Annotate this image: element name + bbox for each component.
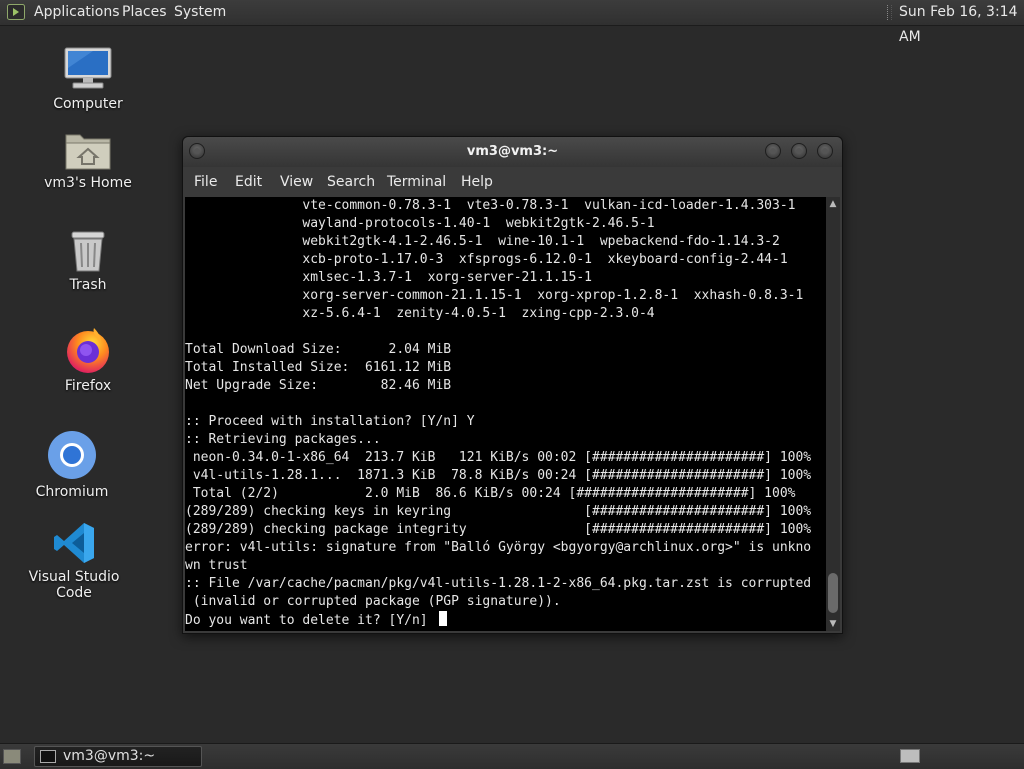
terminal-line: Total (2/2) 2.0 MiB 86.6 KiB/s 00:24 [##… [185,486,796,501]
window-title: vm3@vm3:~ [466,144,559,159]
show-desktop-icon[interactable] [3,749,21,764]
places-menu[interactable]: Places [122,0,167,25]
terminal-line: wn trust [185,558,248,573]
desktop-icon-trash[interactable]: Trash [28,229,148,293]
terminal-line: vte-common-0.78.3-1 vte3-0.78.3-1 vulkan… [185,198,796,213]
desktop-icon-label: Computer [53,96,123,112]
terminal-line: Total Installed Size: 6161.12 MiB [185,360,452,375]
terminal-line: :: File /var/cache/pacman/pkg/v4l-utils-… [185,576,812,591]
applications-icon[interactable] [7,4,25,20]
desktop-icon-label: Visual Studio Code [28,569,120,601]
menu-help[interactable]: Help [461,167,493,197]
minimize-button[interactable] [765,143,781,159]
terminal-window[interactable]: vm3@vm3:~ File Edit View Search Terminal… [182,136,843,634]
menu-file[interactable]: File [194,167,217,197]
terminal-line: Net Upgrade Size: 82.46 MiB [185,378,452,393]
terminal-line: xorg-server-common-21.1.15-1 xorg-xprop-… [185,288,804,303]
desktop-icon-home[interactable]: vm3's Home [28,129,148,191]
menu-search[interactable]: Search [327,167,375,197]
title-bar[interactable]: vm3@vm3:~ [183,137,842,167]
taskbar-window-label: vm3@vm3:~ [63,748,156,764]
terminal-icon [40,750,56,763]
terminal-line: xcb-proto-1.17.0-3 xfsprogs-6.12.0-1 xke… [185,252,788,267]
firefox-icon [67,328,109,373]
desktop-icon-label: Trash [69,277,107,293]
system-menu[interactable]: System [174,0,226,25]
trash-icon [71,231,105,272]
terminal-line: error: v4l-utils: signature from "Balló … [185,540,812,555]
applications-menu[interactable]: Applications [34,0,120,25]
terminal-cursor [439,611,448,626]
terminal-line: xz-5.6.4-1 zenity-4.0.5-1 zxing-cpp-2.3.… [185,306,655,321]
terminal-line: wayland-protocols-1.40-1 webkit2gtk-2.46… [185,216,655,231]
menu-terminal[interactable]: Terminal [387,167,446,197]
terminal-menubar: File Edit View Search Terminal Help [183,167,842,197]
vscode-icon [54,523,94,563]
terminal-line: Total Download Size: 2.04 MiB [185,342,452,357]
terminal-line: Do you want to delete it? [Y/n] [185,613,436,628]
home-folder-icon [65,134,111,170]
menu-view[interactable]: View [280,167,313,197]
terminal-text: vte-common-0.78.3-1 vte3-0.78.3-1 vulkan… [185,197,826,630]
terminal-line: webkit2gtk-4.1-2.46.5-1 wine-10.1-1 wpeb… [185,234,780,249]
desktop-icon-label: Firefox [64,378,112,394]
terminal-line: (invalid or corrupted package (PGP signa… [185,594,561,609]
workspace-switcher[interactable] [900,749,920,763]
scroll-up-arrow-icon[interactable]: ▲ [826,197,840,211]
terminal-line: neon-0.34.0-1-x86_64 213.7 KiB 121 KiB/s… [185,450,812,465]
panel-separator [887,5,892,20]
desktop-icon-chromium[interactable]: Chromium [12,430,132,500]
scrollbar[interactable]: ▲ ▼ [826,197,840,631]
taskbar-window-button[interactable]: vm3@vm3:~ [34,746,202,767]
terminal-line: xmlsec-1.3.7-1 xorg-server-21.1.15-1 [185,270,592,285]
bottom-panel: vm3@vm3:~ [0,743,1024,769]
desktop-icon-vscode[interactable]: Visual Studio Code [14,521,134,601]
terminal-line: :: Proceed with installation? [Y/n] Y [185,414,475,429]
computer-icon [64,47,112,89]
scrollbar-thumb[interactable] [828,573,838,613]
terminal-line: :: Retrieving packages... [185,432,381,447]
clock[interactable]: Sun Feb 16, 3:14 AM [899,0,1024,50]
desktop-icon-firefox[interactable]: Firefox [28,326,148,394]
terminal-line: v4l-utils-1.28.1... 1871.3 KiB 78.8 KiB/… [185,468,812,483]
chromium-icon [48,431,96,479]
terminal-line: (289/289) checking keys in keyring [####… [185,504,812,519]
menu-edit[interactable]: Edit [235,167,262,197]
terminal-output[interactable]: vte-common-0.78.3-1 vte3-0.78.3-1 vulkan… [185,197,826,631]
desktop-icon-label: Chromium [35,484,109,500]
maximize-button[interactable] [791,143,807,159]
scroll-down-arrow-icon[interactable]: ▼ [826,617,840,631]
desktop-icon-label: vm3's Home [44,175,132,191]
desktop-icon-computer[interactable]: Computer [28,46,148,112]
terminal-line: (289/289) checking package integrity [##… [185,522,812,537]
close-button[interactable] [817,143,833,159]
top-panel: Applications Places System Sun Feb 16, 3… [0,0,1024,45]
